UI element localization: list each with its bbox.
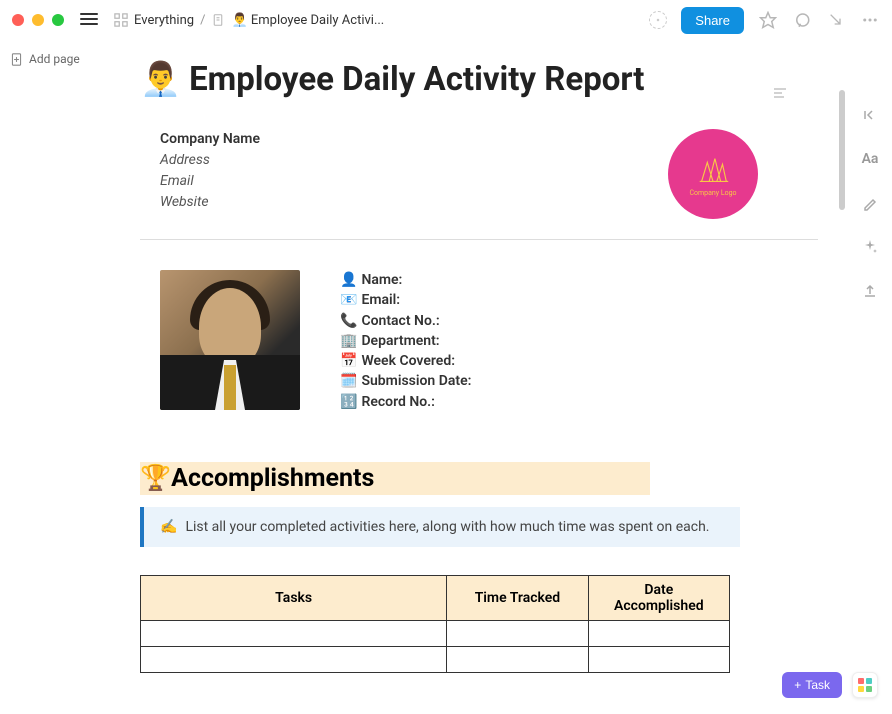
plus-icon: + <box>794 678 801 692</box>
page-icon <box>211 13 225 27</box>
main: Add page 👨‍💼 Employee Daily Activity Rep… <box>0 40 892 714</box>
collapse-icon[interactable] <box>860 105 880 125</box>
th-tasks: Tasks <box>141 576 447 621</box>
company-email: Email <box>160 171 260 192</box>
sidebar-left: Add page <box>0 40 100 714</box>
field-label: Email: <box>361 290 400 310</box>
menu-icon[interactable] <box>80 13 98 27</box>
field-label: Contact No.: <box>361 311 439 331</box>
employee-field: 🗓️ Submission Date: <box>340 371 471 391</box>
topbar-right: Share <box>649 7 880 34</box>
task-btn-label: Task <box>805 678 830 692</box>
trophy-icon: 🏆 <box>140 464 171 493</box>
page-title: 👨‍💼 Employee Daily Activity Report <box>140 60 818 99</box>
download-icon[interactable] <box>826 10 846 30</box>
table-header-row: Tasks Time Tracked Date Accomplished <box>141 576 730 621</box>
apps-button[interactable] <box>852 672 878 698</box>
company-website: Website <box>160 192 260 213</box>
outline-icon[interactable] <box>772 85 788 105</box>
table-cell[interactable] <box>588 621 729 647</box>
field-label: Submission Date: <box>361 371 471 391</box>
breadcrumb-separator: / <box>200 13 205 28</box>
th-time: Time Tracked <box>447 576 588 621</box>
employee-field: 🏢 Department: <box>340 331 471 351</box>
field-emoji: 🏢 <box>340 331 357 351</box>
table-row[interactable] <box>141 621 730 647</box>
share-button[interactable]: Share <box>681 7 744 34</box>
field-label: Record No.: <box>361 392 435 412</box>
page-title-text: Employee Daily Activity Report <box>189 60 644 99</box>
more-icon[interactable] <box>860 10 880 30</box>
close-window-button[interactable] <box>12 14 24 26</box>
edit-icon[interactable] <box>860 193 880 213</box>
export-icon[interactable] <box>860 281 880 301</box>
maximize-window-button[interactable] <box>52 14 64 26</box>
accomplishments-callout: ✍️ List all your completed activities he… <box>140 507 740 547</box>
callout-text: List all your completed activities here,… <box>185 519 709 535</box>
employee-fields: 👤 Name:📧 Email:📞 Contact No.:🏢 Departmen… <box>340 270 471 412</box>
tasks-table: Tasks Time Tracked Date Accomplished <box>140 575 730 673</box>
field-emoji: 👤 <box>340 270 357 290</box>
field-emoji: 🗓️ <box>340 371 357 391</box>
table-cell[interactable] <box>141 621 447 647</box>
field-emoji: 📅 <box>340 351 357 371</box>
scrollbar-thumb[interactable] <box>839 90 845 210</box>
font-icon[interactable]: Aa <box>860 149 880 169</box>
sparkle-icon[interactable] <box>860 237 880 257</box>
window-controls <box>12 14 64 26</box>
add-page-label: Add page <box>29 52 80 66</box>
content: 👨‍💼 Employee Daily Activity Report Compa… <box>100 40 848 714</box>
table-cell[interactable] <box>447 647 588 673</box>
comment-icon[interactable] <box>792 10 812 30</box>
employee-field: 👤 Name: <box>340 270 471 290</box>
employee-field: 📧 Email: <box>340 290 471 310</box>
company-name: Company Name <box>160 129 260 150</box>
field-label: Department: <box>361 331 439 351</box>
grid-icon <box>114 13 128 27</box>
add-page-button[interactable]: Add page <box>10 52 90 66</box>
table-cell[interactable] <box>588 647 729 673</box>
new-task-button[interactable]: + Task <box>782 672 842 698</box>
accomplishments-heading-text: Accomplishments <box>171 464 374 493</box>
breadcrumb-root[interactable]: Everything <box>134 13 194 28</box>
writing-icon: ✍️ <box>160 519 177 535</box>
star-icon[interactable] <box>758 10 778 30</box>
accomplishments-heading: 🏆Accomplishments <box>140 462 650 495</box>
company-logo: Company Logo <box>668 129 758 219</box>
employee-field: 🔢 Record No.: <box>340 392 471 412</box>
minimize-window-button[interactable] <box>32 14 44 26</box>
breadcrumb-page[interactable]: 👨‍💼 Employee Daily Activi... <box>231 13 384 28</box>
table-cell[interactable] <box>141 647 447 673</box>
field-label: Week Covered: <box>361 351 455 371</box>
field-emoji: 🔢 <box>340 392 357 412</box>
target-icon[interactable] <box>649 11 667 29</box>
table-cell[interactable] <box>447 621 588 647</box>
field-label: Name: <box>361 270 402 290</box>
company-header: Company Name Address Email Website Compa… <box>140 129 818 240</box>
employee-field: 📞 Contact No.: <box>340 311 471 331</box>
table-row[interactable] <box>141 647 730 673</box>
field-emoji: 📞 <box>340 311 357 331</box>
field-emoji: 📧 <box>340 290 357 310</box>
th-date: Date Accomplished <box>588 576 729 621</box>
employee-section: 👤 Name:📧 Email:📞 Contact No.:🏢 Departmen… <box>140 270 818 412</box>
employee-photo <box>160 270 300 410</box>
company-info: Company Name Address Email Website <box>160 129 260 213</box>
logo-text: Company Logo <box>689 189 736 197</box>
breadcrumb: Everything / 👨‍💼 Employee Daily Activi..… <box>114 13 384 28</box>
page-title-emoji: 👨‍💼 <box>140 60 181 99</box>
sidebar-right: Aa <box>848 40 892 714</box>
company-address: Address <box>160 150 260 171</box>
topbar: Everything / 👨‍💼 Employee Daily Activi..… <box>0 0 892 40</box>
scrollbar[interactable] <box>836 40 848 714</box>
employee-field: 📅 Week Covered: <box>340 351 471 371</box>
